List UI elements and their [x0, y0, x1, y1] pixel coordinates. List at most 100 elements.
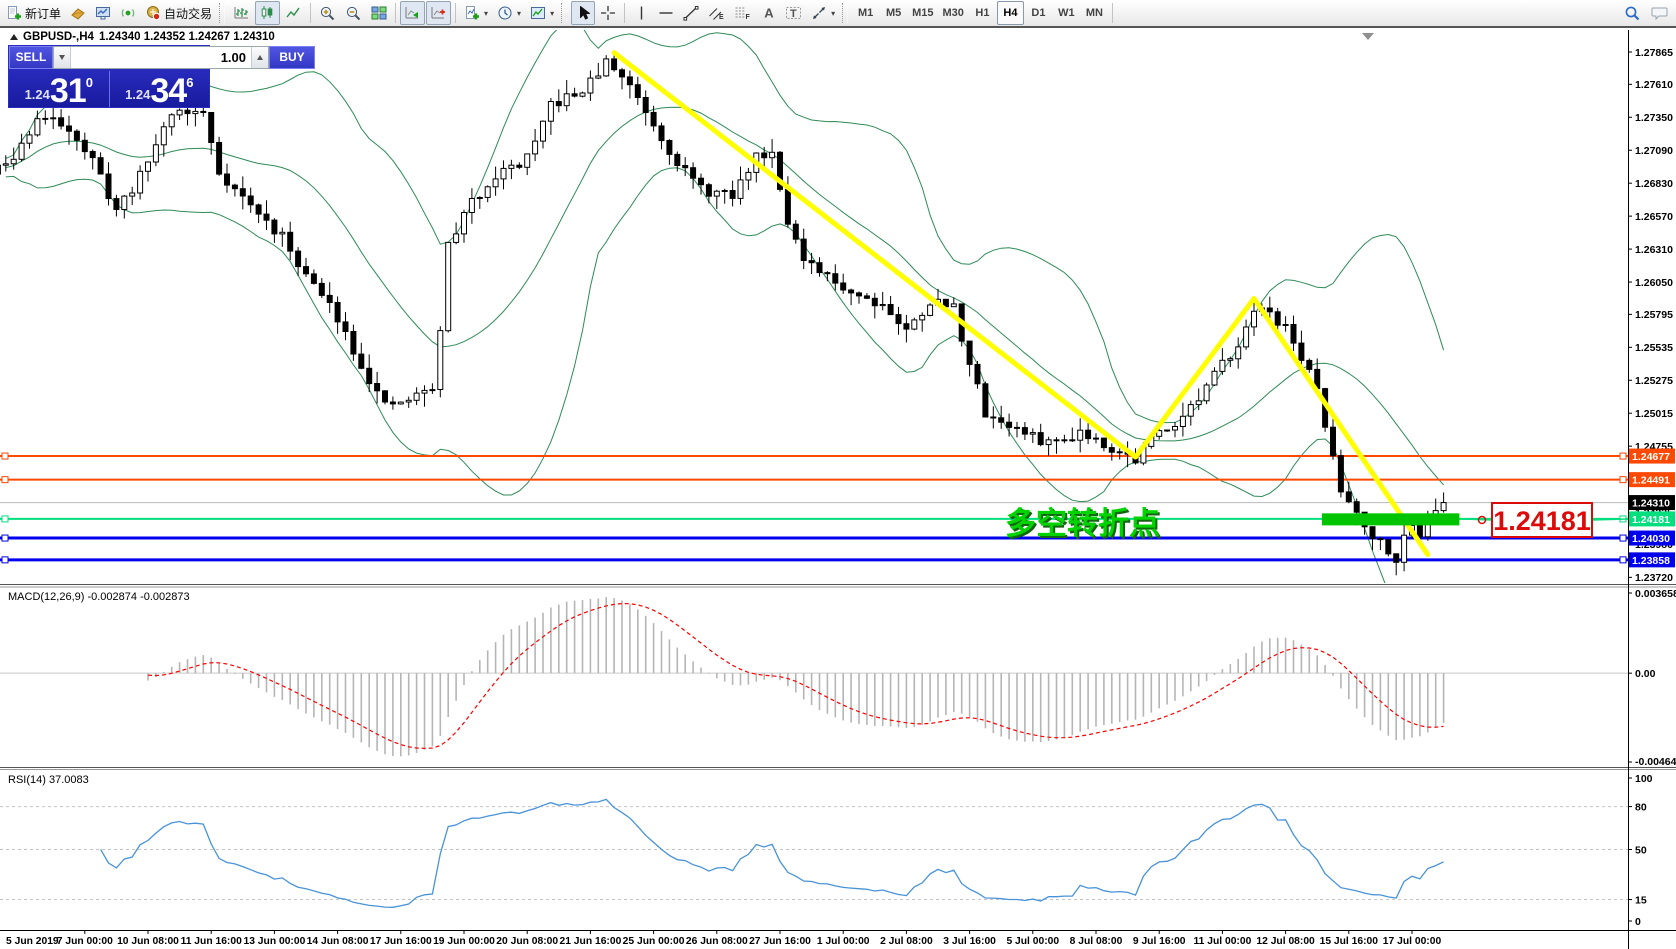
vertical-line-tool-button[interactable] — [629, 1, 653, 25]
timeframe-H4[interactable]: H4 — [997, 1, 1024, 25]
channel-icon: E — [708, 5, 725, 21]
chart-window[interactable]: GBPUSD-,H4 1.24340 1.24352 1.24267 1.243… — [0, 28, 1676, 949]
line-handle[interactable] — [2, 516, 8, 522]
cursor-tool-button[interactable] — [571, 1, 595, 25]
toolbar-separator — [395, 3, 396, 23]
svg-text:F: F — [746, 14, 751, 21]
line-chart-button[interactable] — [281, 1, 306, 25]
horizontal-line-tool-button[interactable] — [654, 1, 678, 25]
timeframe-MN[interactable]: MN — [1081, 1, 1108, 25]
line-handle[interactable] — [1620, 557, 1626, 563]
timeframe-M1[interactable]: M1 — [852, 1, 879, 25]
candlestick-chart-button[interactable] — [255, 1, 280, 25]
toolbar-grip — [219, 3, 225, 23]
chat-button[interactable] — [1646, 1, 1672, 25]
volume-increase-button[interactable] — [251, 47, 268, 68]
line-handle[interactable] — [1620, 535, 1626, 541]
price-tick-label: 1.27350 — [1635, 112, 1673, 124]
text-label-tool-button[interactable]: T — [781, 1, 806, 25]
rsi-level-label: 50 — [1635, 844, 1647, 856]
macd-axis-zero: 0.00 — [1635, 668, 1656, 680]
arrows-tool-button[interactable]: ▾ — [807, 1, 839, 25]
line-handle[interactable] — [2, 535, 8, 541]
search-button[interactable] — [1620, 1, 1645, 25]
new-order-button[interactable]: 新订单 — [2, 1, 65, 25]
sell-price[interactable]: 1.24 31 0 — [9, 69, 109, 109]
tile-windows-button[interactable] — [367, 1, 391, 25]
equidistant-channel-tool-button[interactable]: E — [704, 1, 729, 25]
yellow-trendline-2[interactable] — [1136, 299, 1255, 457]
indicators-icon — [464, 5, 480, 21]
horizontal-line-icon — [658, 5, 674, 21]
price-callout-text: 1.24181 — [1493, 506, 1591, 536]
price-chart[interactable]: 多空转折点多空转折点1.241811.278651.276101.273501.… — [0, 28, 1676, 949]
line-handle[interactable] — [1620, 477, 1626, 483]
profiles-button[interactable] — [66, 1, 90, 25]
clock-icon — [497, 5, 513, 21]
price-tick-label: 1.25275 — [1635, 375, 1673, 387]
zoom-in-icon — [319, 5, 336, 22]
arrows-icon — [811, 5, 827, 21]
volume-input[interactable] — [71, 47, 251, 68]
hline-1.23858[interactable] — [0, 557, 1628, 563]
periods-button[interactable]: ▾ — [493, 1, 525, 25]
timeframe-D1[interactable]: D1 — [1025, 1, 1052, 25]
toolbar-grip — [561, 3, 567, 23]
toolbar-grip — [842, 3, 848, 23]
price-tag-1.24491: 1.24491 — [1629, 472, 1675, 487]
price-tick-label: 1.23720 — [1635, 572, 1673, 584]
timeframe-M30[interactable]: M30 — [939, 1, 968, 25]
buy-button[interactable]: BUY — [269, 46, 315, 69]
time-tick-label: 5 Jun 2019 — [6, 936, 59, 947]
line-handle[interactable] — [1620, 453, 1626, 459]
timeframe-H1[interactable]: H1 — [969, 1, 996, 25]
sell-button[interactable]: SELL — [9, 46, 53, 69]
auto-scroll-button[interactable] — [400, 1, 425, 25]
dropdown-caret: ▾ — [517, 9, 521, 18]
chart-shift-button[interactable] — [426, 1, 451, 25]
text-tool-button[interactable]: A — [756, 1, 780, 25]
time-tick-label: 17 Jul 00:00 — [1383, 936, 1442, 947]
time-tick-label: 9 Jul 16:00 — [1133, 936, 1186, 947]
volume-decrease-button[interactable] — [54, 47, 71, 68]
buy-price[interactable]: 1.24 34 6 — [110, 69, 210, 109]
hline-1.24677[interactable] — [0, 453, 1628, 459]
chart-symbol-title: GBPUSD-,H4 1.24340 1.24352 1.24267 1.243… — [10, 31, 275, 43]
templates-button[interactable]: ▾ — [526, 1, 558, 25]
template-icon — [530, 5, 546, 21]
text-tool-icon: A — [761, 5, 776, 21]
rsi-level-label: 15 — [1635, 894, 1647, 906]
chart-shift-marker[interactable] — [1362, 33, 1374, 40]
bar-chart-button[interactable] — [229, 1, 254, 25]
fibonacci-tool-button[interactable]: F — [730, 1, 755, 25]
main-pane[interactable]: 多空转折点多空转折点 — [0, 28, 1628, 632]
hline-1.24491[interactable] — [0, 477, 1628, 483]
fibonacci-icon: F — [734, 5, 751, 21]
bollinger-upper-band — [6, 28, 1444, 423]
crosshair-icon — [600, 5, 616, 21]
autotrading-button[interactable]: 自动交易 — [141, 1, 216, 25]
turning-point-text[interactable]: 多空转折点 — [1005, 506, 1160, 541]
zoom-out-button[interactable] — [341, 1, 366, 25]
data-window-button[interactable] — [116, 1, 140, 25]
time-tick-label: 11 Jun 16:00 — [181, 936, 243, 947]
line-handle[interactable] — [2, 453, 8, 459]
yellow-trendline-1[interactable] — [614, 53, 1135, 457]
line-handle[interactable] — [2, 477, 8, 483]
market-watch-button[interactable] — [91, 1, 115, 25]
zoom-in-button[interactable] — [315, 1, 340, 25]
bollinger-lower-band — [6, 168, 1444, 632]
price-tick-label: 1.26050 — [1635, 277, 1673, 289]
timeframe-W1[interactable]: W1 — [1053, 1, 1080, 25]
indicators-button[interactable]: ▾ — [460, 1, 492, 25]
crosshair-tool-button[interactable] — [596, 1, 620, 25]
trendline-tool-button[interactable] — [679, 1, 703, 25]
hline-1.24030[interactable] — [0, 535, 1628, 541]
timeframe-M15[interactable]: M15 — [908, 1, 937, 25]
time-tick-label: 3 Jul 16:00 — [943, 936, 996, 947]
green-highlight-band[interactable] — [1322, 513, 1459, 525]
timeframe-M5[interactable]: M5 — [880, 1, 907, 25]
panel-collapse-icon[interactable] — [10, 34, 18, 40]
time-tick-label: 17 Jun 16:00 — [370, 936, 432, 947]
line-handle[interactable] — [2, 557, 8, 563]
